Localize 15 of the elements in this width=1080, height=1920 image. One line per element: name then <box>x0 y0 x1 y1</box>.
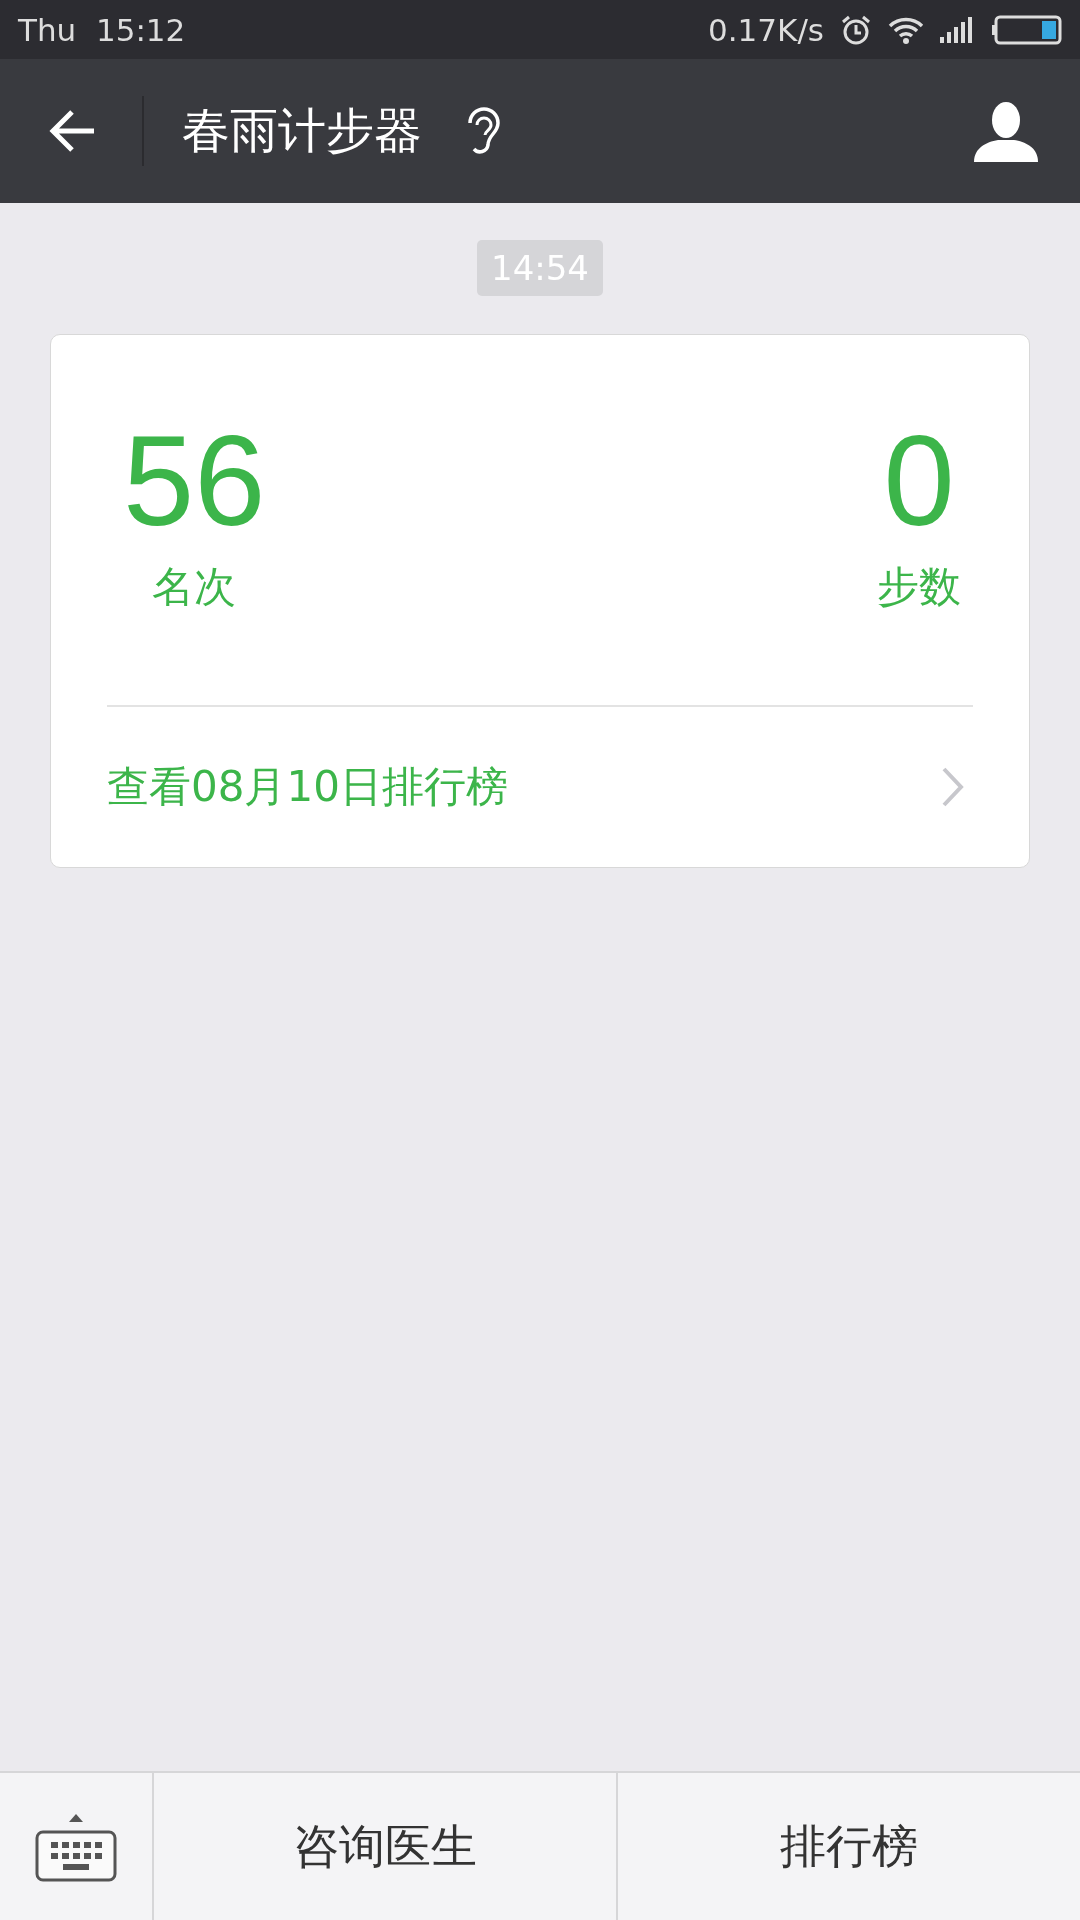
wifi-icon <box>888 15 924 44</box>
window-title: 春雨计步器 <box>182 101 422 160</box>
stat-value: 56 <box>123 417 266 545</box>
battery-icon <box>992 14 1062 45</box>
stat-value: 0 <box>883 417 955 545</box>
network-speed: 0.17K/s <box>708 11 824 48</box>
menu-button[interactable]: 排行榜 <box>618 1773 1080 1920</box>
profile-button[interactable] <box>974 100 1038 162</box>
chevron-icon <box>941 766 965 808</box>
stat-label: 名次 <box>152 561 237 613</box>
alarm-icon <box>840 13 872 46</box>
menu-button[interactable]: 咨询医生 <box>154 1773 618 1920</box>
stat-label: 步数 <box>877 561 961 613</box>
status-time: Thu 15:12 <box>18 11 186 48</box>
person-icon <box>974 100 1038 162</box>
